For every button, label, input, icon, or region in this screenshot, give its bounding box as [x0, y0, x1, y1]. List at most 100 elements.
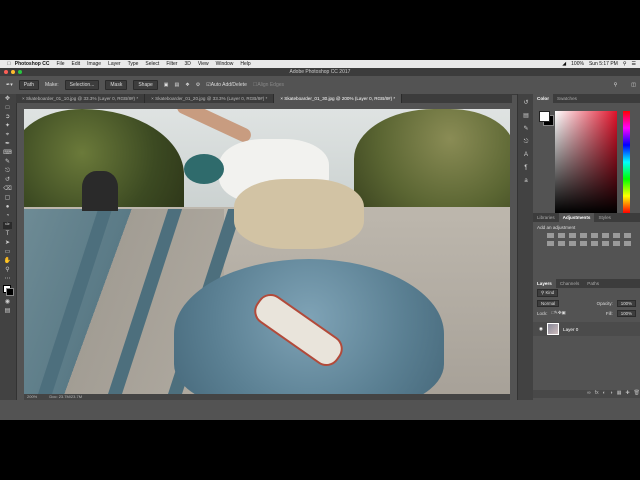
menu-file[interactable]: File — [56, 61, 64, 67]
zoom-level[interactable]: 200% — [27, 394, 37, 399]
pen-tool-icon[interactable]: ✑ — [3, 222, 12, 229]
trash-icon[interactable]: 🗑 — [634, 390, 640, 398]
minimize-icon[interactable] — [11, 70, 15, 74]
color-field[interactable] — [555, 111, 617, 213]
wifi-icon[interactable]: ◢ — [562, 61, 566, 67]
zoom-tool-icon[interactable]: ⚲ — [3, 267, 12, 274]
adjustment-layer-icon[interactable]: ◑ — [610, 390, 613, 398]
shape-button[interactable]: Shape — [133, 80, 158, 90]
selective-color-icon[interactable] — [624, 241, 631, 246]
mask-button[interactable]: Mask — [105, 80, 128, 90]
gradient-map-icon[interactable] — [613, 241, 620, 246]
photo-filter-icon[interactable] — [547, 241, 554, 246]
opacity-input[interactable]: 100% — [616, 299, 636, 307]
tab-color[interactable]: Color — [533, 94, 553, 103]
properties-panel-icon[interactable]: ▤ — [522, 113, 530, 120]
workspace-icon[interactable]: ◫ — [631, 82, 636, 88]
history-panel-icon[interactable]: ↺ — [522, 100, 530, 107]
clock[interactable]: Sun 5:17 PM — [589, 61, 618, 67]
tab-styles[interactable]: Styles — [594, 213, 615, 222]
menu-type[interactable]: Type — [128, 61, 139, 67]
curves-icon[interactable] — [569, 233, 576, 238]
tab-swatches[interactable]: Swatches — [553, 94, 581, 103]
menu-window[interactable]: Window — [216, 61, 234, 67]
character-panel-icon[interactable]: A — [522, 152, 530, 159]
menu-edit[interactable]: Edit — [72, 61, 81, 67]
close-icon[interactable] — [4, 70, 8, 74]
menu-help[interactable]: Help — [240, 61, 250, 67]
path-arrangement-icon[interactable]: ❖ — [185, 82, 189, 88]
tab-paths[interactable]: Paths — [583, 279, 603, 288]
crop-tool-icon[interactable]: ⌖ — [3, 132, 12, 139]
eyedropper-tool-icon[interactable]: ✒ — [3, 141, 12, 148]
layer-name[interactable]: Layer 0 — [563, 327, 578, 332]
menu-select[interactable]: Select — [145, 61, 159, 67]
lasso-tool-icon[interactable]: ➲ — [3, 114, 12, 121]
path-select-tool-icon[interactable]: ➤ — [3, 240, 12, 247]
path-operations-icon[interactable]: ▣ — [164, 82, 169, 88]
black-white-icon[interactable] — [624, 233, 631, 238]
levels-icon[interactable] — [558, 233, 565, 238]
fill-input[interactable]: 100% — [616, 309, 636, 317]
type-tool-icon[interactable]: T — [3, 231, 12, 238]
hue-slider[interactable] — [623, 111, 630, 213]
pen-mode-select[interactable]: Path — [18, 80, 39, 90]
menu-layer[interactable]: Layer — [108, 61, 121, 67]
tab-channels[interactable]: Channels — [556, 279, 583, 288]
path-alignment-icon[interactable]: ▤ — [175, 82, 180, 88]
apple-icon[interactable]:  — [7, 61, 11, 67]
clone-stamp-tool-icon[interactable]: ⎋ — [3, 168, 12, 175]
search-icon[interactable]: ⚲ — [614, 82, 618, 88]
quick-select-tool-icon[interactable]: ✦ — [3, 123, 12, 130]
document-tab-active[interactable]: × Skateboarder_01_30.jpg @ 200% (Layer 0… — [274, 94, 403, 103]
color-swatches-icon[interactable] — [3, 285, 14, 297]
dodge-tool-icon[interactable]: ◔ — [3, 213, 12, 220]
healing-tool-icon[interactable]: ⌨ — [3, 150, 12, 157]
tab-layers[interactable]: Layers — [533, 279, 556, 288]
selection-button[interactable]: Selection... — [64, 80, 100, 90]
brush-panel-icon[interactable]: ✎ — [522, 126, 530, 133]
tab-adjustments[interactable]: Adjustments — [558, 213, 595, 222]
color-balance-icon[interactable] — [613, 233, 620, 238]
battery-percent[interactable]: 100% — [571, 61, 584, 67]
tab-libraries[interactable]: Libraries — [533, 213, 559, 222]
move-tool-icon[interactable]: ✥ — [3, 96, 12, 103]
new-layer-icon[interactable]: ✚ — [625, 390, 629, 398]
threshold-icon[interactable] — [602, 241, 609, 246]
settings-gear-icon[interactable]: ⚙ — [196, 82, 200, 88]
hand-tool-icon[interactable]: ✋ — [3, 258, 12, 265]
menu-app-name[interactable]: Photoshop CC — [15, 61, 50, 67]
posterize-icon[interactable] — [591, 241, 598, 246]
foreground-color-swatch[interactable] — [539, 111, 550, 122]
eraser-tool-icon[interactable]: ⌫ — [3, 186, 12, 193]
menu-3d[interactable]: 3D — [184, 61, 190, 67]
document-tab[interactable]: × Skateboarder_01_20.jpg @ 33.3% (Layer … — [145, 94, 275, 103]
document-tab[interactable]: × Skateboarder_01_10.jpg @ 33.3% (Layer … — [16, 94, 146, 103]
blur-tool-icon[interactable]: ● — [3, 204, 12, 211]
screen-mode-icon[interactable]: ▤ — [3, 308, 12, 315]
lock-icon[interactable]: □✎✥▣ — [552, 310, 566, 316]
document-canvas[interactable] — [24, 109, 510, 394]
menu-view[interactable]: View — [198, 61, 209, 67]
hue-saturation-icon[interactable] — [602, 233, 609, 238]
blend-mode-select[interactable]: Normal — [537, 299, 560, 307]
gradient-tool-icon[interactable]: ▢ — [3, 195, 12, 202]
visibility-eye-icon[interactable]: ◉ — [539, 326, 543, 332]
clone-source-panel-icon[interactable]: ⎋ — [522, 139, 530, 146]
menu-filter[interactable]: Filter — [166, 61, 177, 67]
exposure-icon[interactable] — [580, 233, 587, 238]
fx-icon[interactable]: fx — [595, 390, 599, 398]
shape-tool-icon[interactable]: ▭ — [3, 249, 12, 256]
pen-tool-preset-icon[interactable]: ✒▾ — [6, 82, 13, 88]
group-folder-icon[interactable]: ▦ — [617, 390, 622, 398]
color-lookup-icon[interactable] — [569, 241, 576, 246]
doc-size[interactable]: Doc: 23.7M/23.7M — [49, 394, 82, 399]
mask-icon[interactable]: ◐ — [603, 390, 606, 398]
quick-mask-icon[interactable]: ◉ — [3, 299, 12, 306]
invert-icon[interactable] — [580, 241, 587, 246]
zoom-icon[interactable] — [18, 70, 22, 74]
glyphs-panel-icon[interactable]: a — [522, 178, 530, 185]
notification-center-icon[interactable]: ☰ — [632, 61, 636, 67]
link-icon[interactable]: ∞ — [587, 390, 591, 398]
marquee-tool-icon[interactable]: □ — [3, 105, 12, 112]
